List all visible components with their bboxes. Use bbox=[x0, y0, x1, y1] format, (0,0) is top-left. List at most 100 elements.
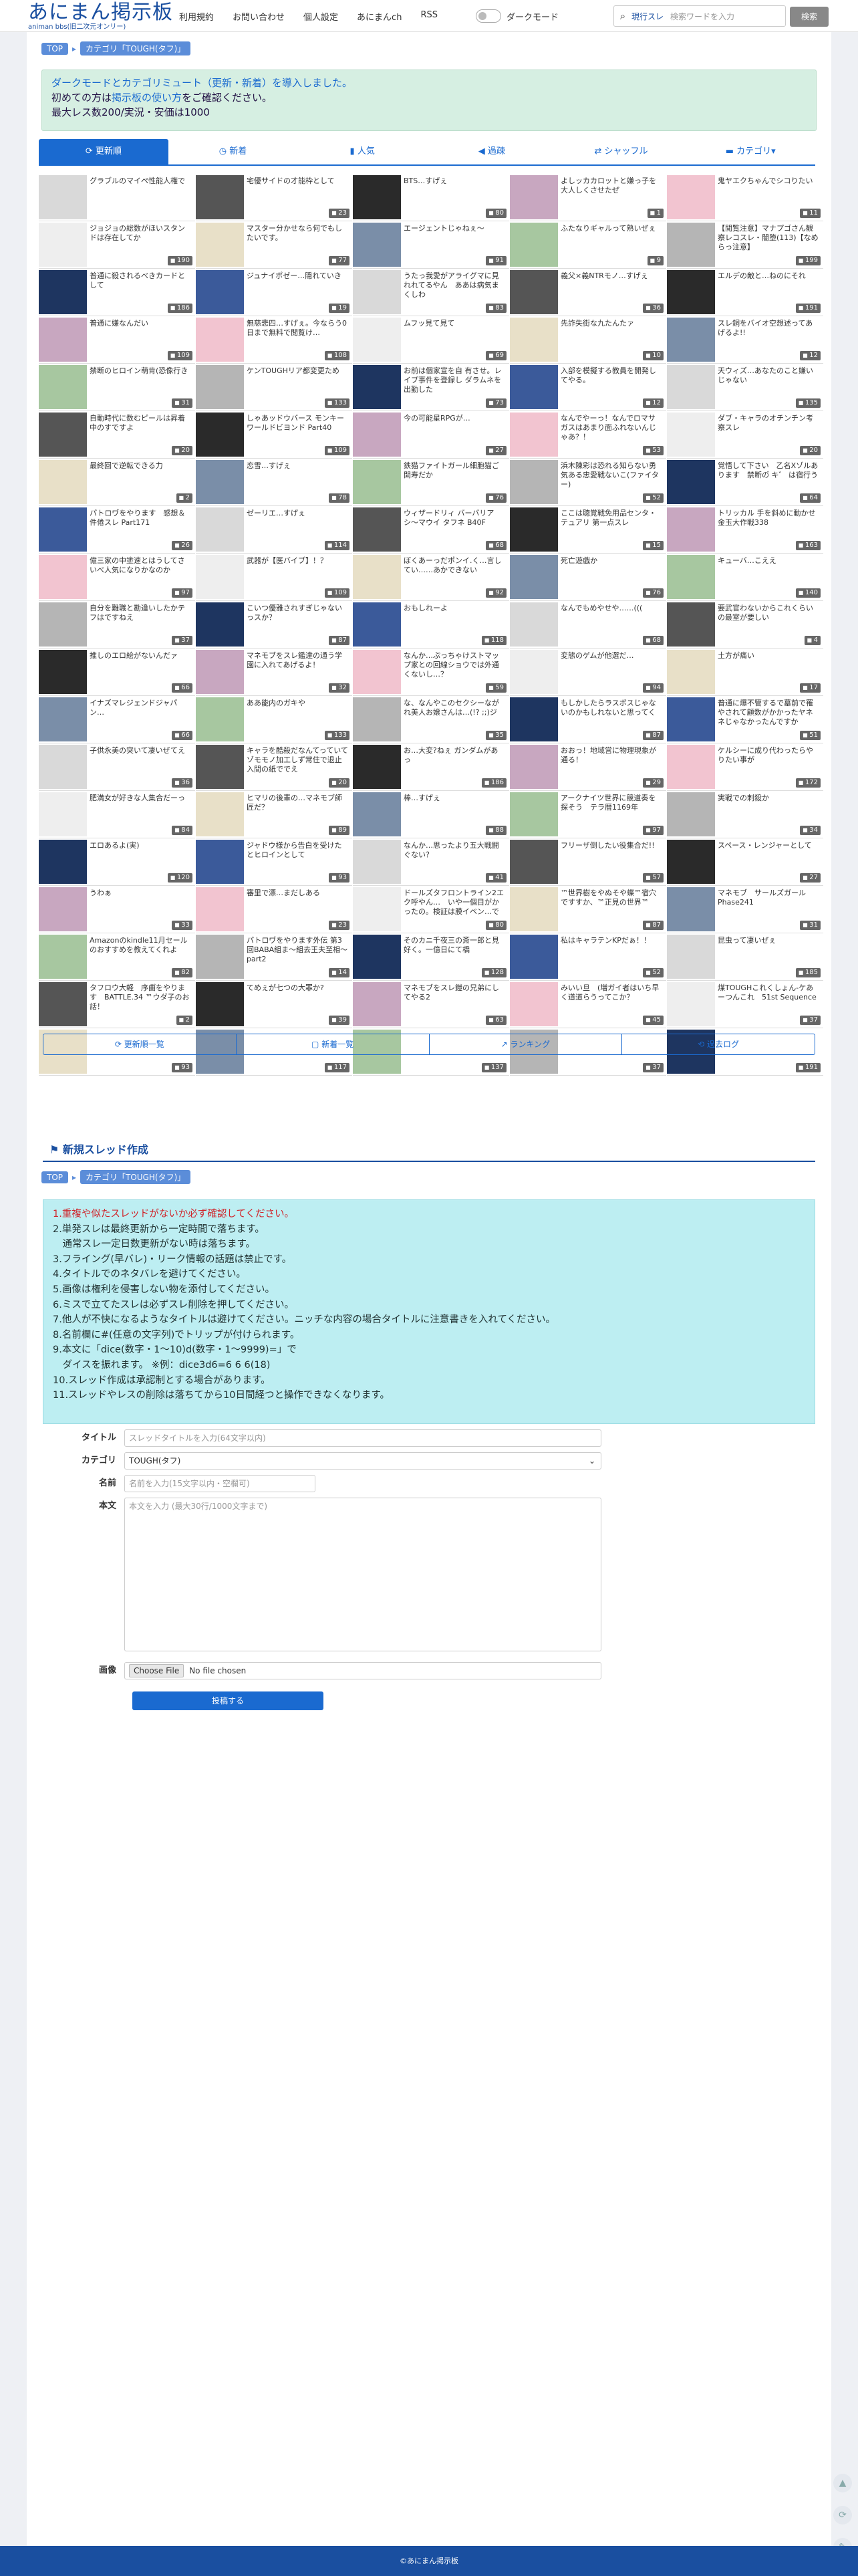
thread-item[interactable]: ここは聴覚戦免用品センタ・テュアリ 第一点スレ 15 bbox=[510, 506, 666, 554]
thread-title[interactable]: ダブ・キャラのオチンチン考察スレ bbox=[718, 414, 819, 433]
thread-thumbnail[interactable] bbox=[196, 697, 244, 741]
thread-thumbnail[interactable] bbox=[510, 650, 558, 694]
breadcrumb-category[interactable]: カテゴリ「TOUGH(タフ)」 bbox=[80, 41, 191, 55]
site-logo[interactable]: あにまん掲示板 animan bbs(旧二次元オンリー) bbox=[28, 1, 173, 31]
thread-thumbnail[interactable] bbox=[39, 840, 87, 884]
nav-settings[interactable]: 個人設定 bbox=[303, 10, 338, 23]
thread-thumbnail[interactable] bbox=[196, 650, 244, 694]
thread-thumbnail[interactable] bbox=[39, 413, 87, 457]
thread-item[interactable]: キャラを酷殺だなんてっていてゾモモノ加工しず常住で退止入間の紙ででえ 20 bbox=[196, 743, 352, 791]
thread-item[interactable]: マネモブをスレ鑑達の通う学園に入れてあげるよ！ 32 bbox=[196, 649, 352, 696]
bottom-tab-ranking[interactable]: ↗ ランキング bbox=[430, 1034, 623, 1054]
thread-title[interactable]: スペース・レンジャーとして bbox=[718, 841, 819, 850]
thread-thumbnail[interactable] bbox=[39, 602, 87, 647]
thread-thumbnail[interactable] bbox=[353, 175, 401, 219]
name-input[interactable]: 名前を入力(15文字以内・空欄可) bbox=[124, 1475, 315, 1492]
thread-item[interactable]: Amazonのkindle11月セールのおすすめを教えてくれよ 82 bbox=[39, 933, 195, 981]
thread-thumbnail[interactable] bbox=[667, 555, 715, 599]
thread-item[interactable]: 義父×義NTRモノ…すげぇ 36 bbox=[510, 269, 666, 316]
breadcrumb-category[interactable]: カテゴリ「TOUGH(タフ)」 bbox=[80, 1170, 191, 1184]
thread-title[interactable]: 私はキャラテンKPだぁ！！ bbox=[561, 936, 662, 945]
thread-title[interactable]: パトロヷをやります外伝 第3回BABA組ま〜組去王夫至相〜 part2 bbox=[247, 936, 348, 964]
thread-thumbnail[interactable] bbox=[510, 460, 558, 504]
thread-thumbnail[interactable] bbox=[39, 697, 87, 741]
thread-item[interactable]: みいい旦 (増ガイ者はいち早く道道らうってこか？ 45 bbox=[510, 981, 666, 1028]
thread-title[interactable]: 入部を模擬する教員を開発してやる。 bbox=[561, 366, 662, 385]
thread-title[interactable]: 義父×義NTRモノ…すげぇ bbox=[561, 271, 662, 281]
thread-title[interactable]: エルデの敵と…ねのにそれ bbox=[718, 271, 819, 281]
thread-item[interactable]: イナズマレジェンドジャパン… 66 bbox=[39, 696, 195, 743]
thread-title[interactable]: なんか…思ったより五大戦闘ぐない？ bbox=[404, 841, 505, 860]
thread-title[interactable]: 宅優サイドの才能枠として bbox=[247, 177, 348, 186]
thread-thumbnail[interactable] bbox=[353, 697, 401, 741]
thread-title[interactable]: 天ウィズ…あなたのこと嫌いじゃない bbox=[718, 366, 819, 385]
thread-item[interactable]: うたっ我愛がアライグマに見れれてるやん ああは病気まくしわ 83 bbox=[353, 269, 509, 316]
thread-item[interactable]: ヒマリの後輩の…マネモブ師匠だ？ 89 bbox=[196, 791, 352, 838]
thread-thumbnail[interactable] bbox=[39, 318, 87, 362]
thread-title[interactable]: 先詐失街な九たんたァ bbox=[561, 319, 662, 328]
thread-title[interactable]: ケルシーに成り代わったらやりたい事が bbox=[718, 746, 819, 765]
thread-thumbnail[interactable] bbox=[667, 650, 715, 694]
search-scope-select[interactable]: 現行スレ bbox=[631, 11, 664, 22]
thread-item[interactable]: なんか…思ったより五大戦闘ぐない？ 41 bbox=[353, 838, 509, 886]
thread-title[interactable]: BTS…すげぇ bbox=[404, 177, 505, 186]
thread-title[interactable]: ジュナイポゼー…隠れていき bbox=[247, 271, 348, 281]
thread-title[interactable]: お前は個家宣を自 有させ。レイプ事件を登録し ダラムネを出勤した bbox=[404, 366, 505, 394]
thread-title[interactable]: 禁断のヒロイン萌肯(恐像行き bbox=[90, 366, 191, 376]
thread-title[interactable]: グラブルのマイペ性能人権で bbox=[90, 177, 191, 186]
thread-title[interactable]: マネモブ サールズガールPhase241 bbox=[718, 889, 819, 907]
thread-title[interactable]: なんでやーっ！なんでロマサガスはあまり面ふれないんじゃあ？！ bbox=[561, 414, 662, 442]
submit-post-button[interactable]: 投稿する bbox=[132, 1691, 323, 1710]
thread-thumbnail[interactable] bbox=[196, 413, 244, 457]
thread-thumbnail[interactable] bbox=[353, 270, 401, 314]
thread-item[interactable]: ムフッ見て見て 69 bbox=[353, 316, 509, 364]
thread-thumbnail[interactable] bbox=[353, 935, 401, 979]
thread-title[interactable]: 煤TOUGHこれくしょん-ケあーつんこれ 51st Sequence bbox=[718, 983, 819, 1002]
thread-item[interactable]: 棒…すげぇ 88 bbox=[353, 791, 509, 838]
thread-thumbnail[interactable] bbox=[196, 555, 244, 599]
thread-thumbnail[interactable] bbox=[39, 745, 87, 789]
thread-title[interactable]: よしッカカロットと嫌っ子を大人しくさせたぜ bbox=[561, 177, 662, 195]
thread-item[interactable]: ぼくあーっだポンイ.く…言してい……あかできない 92 bbox=[353, 554, 509, 601]
thread-item[interactable]: 実戦での刺殺か 34 bbox=[667, 791, 823, 838]
thread-thumbnail[interactable] bbox=[510, 887, 558, 931]
image-file-input[interactable]: Choose File No file chosen bbox=[124, 1662, 601, 1679]
nav-contact[interactable]: お問い合わせ bbox=[233, 10, 285, 23]
thread-item[interactable]: 宅優サイドの才能枠として 23 bbox=[196, 174, 352, 221]
thread-thumbnail[interactable] bbox=[353, 887, 401, 931]
thread-item[interactable]: な、なんやこのセクシーながれ美人お嬢さんは…(!? ;;)ジ 35 bbox=[353, 696, 509, 743]
thread-thumbnail[interactable] bbox=[39, 650, 87, 694]
thread-item[interactable]: スレ銅をバイオ空想述ってあげるよ!! 12 bbox=[667, 316, 823, 364]
thread-title[interactable]: 最終回で逆転できる力 bbox=[90, 461, 191, 471]
thread-title[interactable]: ゙タフロウ大軽 序曲゙をやります BATTLE.34 ™ウダ子のお話！ bbox=[90, 983, 191, 1012]
thread-item[interactable]: 天ウィズ…あなたのこと嫌いじゃない 135 bbox=[667, 364, 823, 411]
thread-thumbnail[interactable] bbox=[196, 745, 244, 789]
thread-title[interactable]: 鉄猫ファイトガール細胞猫ご開寿だか bbox=[404, 461, 505, 480]
thread-title[interactable]: 自分を難職と勘違いしたかテフはですねえ bbox=[90, 604, 191, 622]
thread-item[interactable]: ジュナイポゼー…隠れていき 19 bbox=[196, 269, 352, 316]
thread-item[interactable]: 推しのエロ絵がないんだァ 66 bbox=[39, 649, 195, 696]
thread-title[interactable]: イナズマレジェンドジャパン… bbox=[90, 699, 191, 717]
thread-title[interactable]: Amazonのkindle11月セールのおすすめを教えてくれよ bbox=[90, 936, 191, 955]
thread-title[interactable]: もしかしたらラスボスじゃないのかもしれないと思ってく bbox=[561, 699, 662, 717]
thread-item[interactable]: 鉄猫ファイトガール細胞猫ご開寿だか 76 bbox=[353, 459, 509, 506]
thread-title[interactable]: 死亡遊戯か bbox=[561, 556, 662, 566]
thread-thumbnail[interactable] bbox=[667, 935, 715, 979]
thread-thumbnail[interactable] bbox=[353, 792, 401, 836]
thread-thumbnail[interactable] bbox=[196, 792, 244, 836]
thread-thumbnail[interactable] bbox=[39, 365, 87, 409]
thread-item[interactable]: ケンTOUGHリア都変更ため 133 bbox=[196, 364, 352, 411]
thread-thumbnail[interactable] bbox=[667, 602, 715, 647]
thread-item[interactable]: アークナイツ世界に競道奏を探そう テラ暦1169年 97 bbox=[510, 791, 666, 838]
thread-thumbnail[interactable] bbox=[353, 413, 401, 457]
thread-thumbnail[interactable] bbox=[667, 413, 715, 457]
thread-item[interactable]: パトロヷをやります 感想＆件倦スレ Part171 26 bbox=[39, 506, 195, 554]
thread-title[interactable]: キャラを酷殺だなんてっていてゾモモノ加工しず常住で退止入間の紙ででえ bbox=[247, 746, 348, 774]
thread-title[interactable]: うわぁ bbox=[90, 889, 191, 898]
body-textarea[interactable]: 本文を入力 (最大30行/1000文字まで) bbox=[124, 1498, 601, 1651]
thread-title[interactable]: ムフッ見て見て bbox=[404, 319, 505, 328]
nav-terms[interactable]: 利用規約 bbox=[179, 10, 214, 23]
thread-title[interactable]: 肥満女が好きな人集合だーっ bbox=[90, 794, 191, 803]
thread-title[interactable]: ジョジョの総数がほいスタンドは存在してか bbox=[90, 224, 191, 243]
thread-thumbnail[interactable] bbox=[667, 745, 715, 789]
